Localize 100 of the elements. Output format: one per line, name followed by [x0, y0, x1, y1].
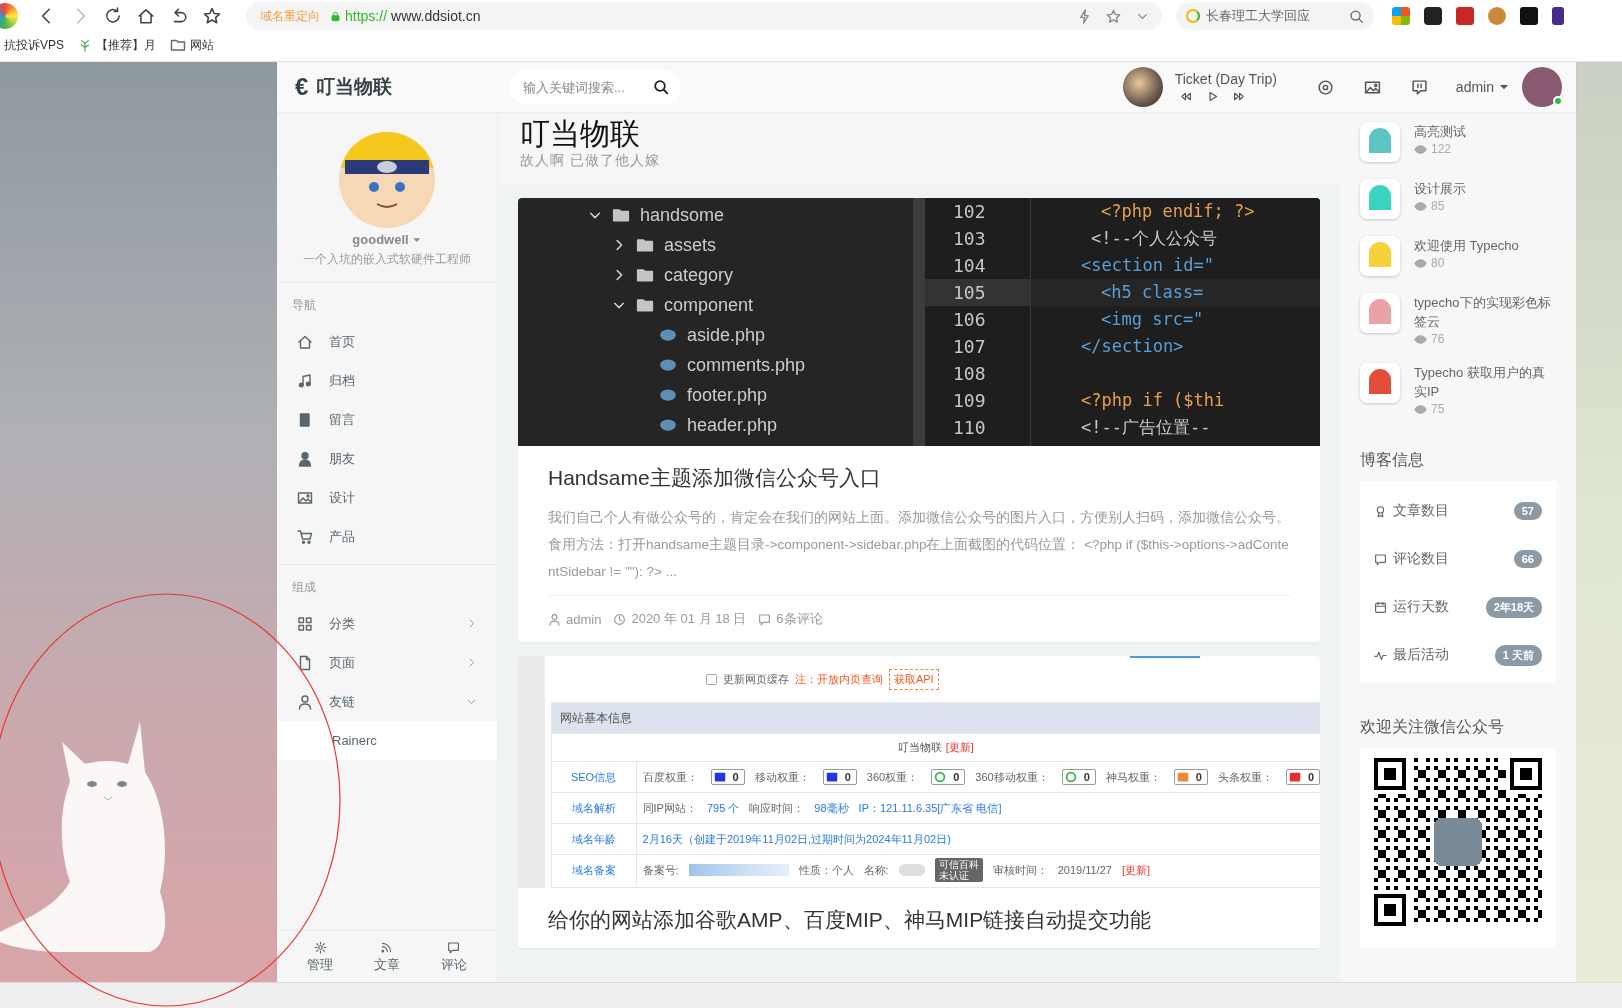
image-icon[interactable]	[1363, 78, 1381, 96]
line-number: 106	[953, 309, 986, 330]
home-icon[interactable]	[137, 7, 155, 25]
post-thumbnail[interactable]	[1360, 236, 1400, 276]
calendar-icon	[1374, 600, 1387, 614]
post-link[interactable]: Typecho 获取用户的真实IP	[1414, 363, 1556, 401]
field-value: 2019/11/27	[1057, 864, 1112, 876]
next-icon[interactable]	[1232, 90, 1246, 103]
update-link[interactable]: [更新]	[945, 740, 974, 755]
code-line: <img src="	[1101, 309, 1204, 329]
folder-icon	[612, 206, 630, 224]
target-icon[interactable]	[1316, 78, 1334, 96]
row-label: 域名年龄	[551, 824, 637, 854]
image-icon	[297, 489, 313, 506]
cache-checkbox[interactable]	[705, 673, 717, 685]
section-heading: 组成	[291, 579, 317, 596]
eye-icon	[1414, 199, 1427, 213]
line-number: 110	[953, 417, 986, 438]
code-line: <?php endif; ?>	[1101, 201, 1255, 221]
field-value[interactable]: 795 个	[706, 800, 740, 816]
post-link[interactable]: 设计展示	[1414, 179, 1466, 198]
lock-icon	[330, 10, 341, 22]
bookmark-link[interactable]: 【推荐】月	[78, 36, 156, 54]
view-count: 80	[1431, 256, 1445, 270]
post-title[interactable]: 给你的网站添加谷歌AMP、百度MIP、神马MIP链接自动提交功能	[548, 906, 1290, 934]
site-logo-text[interactable]: 叮当物联	[316, 74, 393, 100]
field-label: 名称:	[863, 862, 889, 878]
track-title: Ticket (Day Trip)	[1174, 71, 1277, 87]
address-bar[interactable]: 域名重定向 https:// www.ddsiot.cn	[246, 2, 1162, 30]
count-pill: 1 天前	[1494, 644, 1542, 666]
post-link[interactable]: 欢迎使用 Typecho	[1414, 236, 1519, 255]
award-icon	[1374, 504, 1387, 518]
file-tree-item: footer.php	[687, 384, 768, 406]
folder-icon	[636, 236, 654, 254]
comment-icon	[1374, 552, 1387, 566]
footer-tab[interactable]: 管理	[301, 939, 340, 976]
footer-tab[interactable]: 评论	[434, 939, 473, 976]
weight-badge: 0	[710, 769, 745, 785]
folder-icon	[636, 296, 654, 314]
search-field[interactable]: 长春理工大学回应	[1176, 2, 1374, 30]
eye-icon	[1414, 142, 1427, 156]
post-thumbnail[interactable]	[1360, 293, 1400, 333]
search-icon	[1349, 8, 1364, 24]
folder-icon	[170, 37, 186, 53]
extension-icon[interactable]	[1424, 7, 1442, 25]
nav-link[interactable]: 留言	[277, 400, 497, 439]
post-date: 2020 年 01 月 18 日	[631, 610, 747, 628]
reload-icon[interactable]	[104, 7, 122, 25]
nav-link[interactable]: 分类	[277, 604, 497, 643]
post-thumbnail[interactable]	[1360, 363, 1400, 403]
post-link[interactable]: 高亮测试	[1414, 122, 1466, 141]
field-label: 审核时间：	[992, 862, 1048, 878]
footer-tab[interactable]: 文章	[368, 939, 406, 976]
mask-icon[interactable]	[1520, 7, 1538, 25]
line-number: 109	[953, 390, 986, 411]
nav-link[interactable]: 产品	[277, 517, 497, 556]
cookie-icon[interactable]	[1488, 7, 1506, 25]
code-line: <h5 class=	[1101, 282, 1204, 302]
profile-name[interactable]: goodwell	[352, 232, 422, 247]
user-menu[interactable]: admin	[1455, 79, 1510, 95]
star-icon[interactable]	[203, 7, 221, 25]
nav-link[interactable]: 归档	[277, 361, 497, 400]
section-heading: 网站基本信息	[551, 703, 1320, 733]
file-tree-item: aside.php	[687, 324, 766, 346]
view-count: 76	[1431, 332, 1445, 346]
post-link[interactable]: typecho下的实现彩色标签云	[1414, 293, 1556, 331]
file-tree-item: handsome	[640, 204, 725, 226]
nav-link[interactable]: 设计	[277, 478, 497, 517]
bookmark-link[interactable]: 抗投诉VPS	[4, 36, 64, 54]
api-button[interactable]: 获取API	[888, 668, 939, 690]
weight-label: 360权重：	[866, 769, 919, 785]
update-link[interactable]: [更新]	[1121, 862, 1151, 878]
row-label: 域名备案	[551, 855, 637, 885]
view-count: 85	[1431, 199, 1445, 213]
field-value: 98毫秒	[814, 800, 849, 816]
count-pill: 2年18天	[1485, 596, 1542, 618]
user-avatar[interactable]	[1522, 67, 1562, 107]
nav-link[interactable]: 朋友	[277, 439, 497, 478]
search-field[interactable]: 输入关键词搜索...	[509, 70, 681, 104]
star-icon[interactable]	[1106, 8, 1121, 24]
grid-icon	[297, 615, 313, 632]
nav-link[interactable]: 页面	[277, 643, 497, 682]
previous-icon[interactable]	[1178, 90, 1192, 103]
chat-icon[interactable]	[1410, 78, 1428, 96]
nav-link[interactable]: 友链	[277, 682, 497, 721]
profile-bio: 一个入坑的嵌入式软硬件工程师	[303, 251, 471, 268]
post-thumbnail[interactable]	[1360, 179, 1400, 219]
note-text: 注：开放内页查询	[794, 671, 883, 687]
ip-address[interactable]: IP：121.11.6.35[广东省 电信]	[858, 800, 1002, 816]
bookmark-link[interactable]: 网站	[170, 36, 214, 54]
post-title[interactable]: Handsame主题添加微信公众号入口	[548, 464, 1290, 492]
nav-link[interactable]: 首页	[277, 322, 497, 361]
post-thumbnail[interactable]	[1360, 122, 1400, 162]
lightning-icon[interactable]	[1077, 8, 1092, 24]
file-tree-item: category	[664, 264, 734, 286]
friend-link[interactable]: Rainerc	[277, 721, 497, 760]
code-line: <!--个人公众号	[1091, 228, 1217, 248]
comment-icon	[447, 941, 461, 954]
row-label: SEO信息	[551, 762, 637, 792]
weight-label: 神马权重：	[1105, 769, 1161, 785]
